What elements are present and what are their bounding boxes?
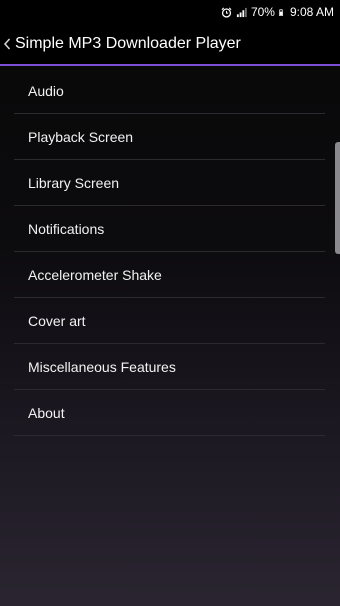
clock: 9:08 AM <box>289 5 334 19</box>
menu-item-label: Notifications <box>28 220 105 237</box>
battery-percent: 70% <box>250 5 275 19</box>
app-bar: Simple MP3 Downloader Player <box>0 24 340 66</box>
scrollbar[interactable] <box>335 142 340 254</box>
menu-item-label: Miscellaneous Features <box>28 358 176 375</box>
menu-item-about[interactable]: About <box>14 390 325 436</box>
battery-icon <box>279 8 283 16</box>
menu-item-label: Accelerometer Shake <box>28 266 162 283</box>
menu-item-audio[interactable]: Audio <box>14 68 325 114</box>
menu-item-label: Cover art <box>28 312 86 329</box>
status-bar: 70% 9:08 AM <box>0 0 340 24</box>
menu-item-label: Playback Screen <box>28 128 134 145</box>
menu-item-notifications[interactable]: Notifications <box>14 206 325 252</box>
menu-item-playback-screen[interactable]: Playback Screen <box>14 114 325 160</box>
menu-item-label: Library Screen <box>28 174 120 191</box>
settings-menu: Audio Playback Screen Library Screen Not… <box>14 68 325 436</box>
menu-item-label: About <box>28 404 65 421</box>
page-title: Simple MP3 Downloader Player <box>15 35 241 52</box>
chevron-left-icon[interactable] <box>2 37 12 51</box>
alarm-icon <box>221 7 232 18</box>
menu-item-cover-art[interactable]: Cover art <box>14 298 325 344</box>
signal-icon <box>236 7 247 17</box>
menu-item-miscellaneous-features[interactable]: Miscellaneous Features <box>14 344 325 390</box>
menu-item-accelerometer-shake[interactable]: Accelerometer Shake <box>14 252 325 298</box>
status-icons: 70% 9:08 AM <box>221 5 334 19</box>
menu-item-library-screen[interactable]: Library Screen <box>14 160 325 206</box>
menu-item-label: Audio <box>28 82 64 99</box>
